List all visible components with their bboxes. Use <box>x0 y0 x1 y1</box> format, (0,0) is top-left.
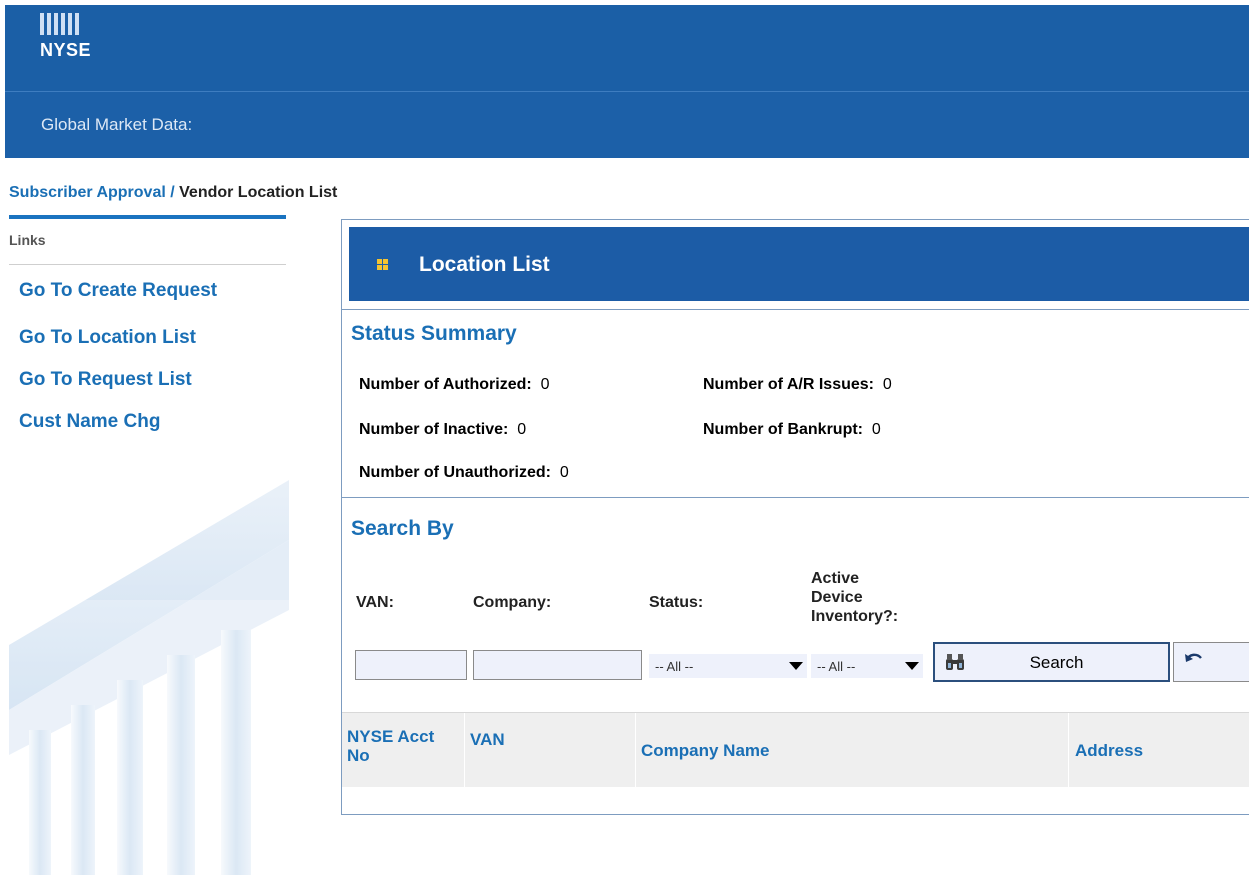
active-device-select-value: -- All -- <box>817 659 856 674</box>
status-label: Status: <box>649 594 704 611</box>
status-summary-section: Status Summary Number of Authorized: 0 N… <box>342 309 1249 498</box>
breadcrumb: Subscriber Approval / Vendor Location Li… <box>9 184 337 202</box>
reset-button[interactable] <box>1173 642 1249 682</box>
stat-unauthorized-value: 0 <box>559 464 569 481</box>
col-header-acct-no-line-1: NYSE Acct <box>347 727 435 746</box>
sidebar-links: Go To Create Request Go To Location List… <box>9 273 287 443</box>
stat-ar-issues-value: 0 <box>882 376 892 393</box>
stat-bankrupt-label: Number of Bankrupt: <box>703 421 863 438</box>
status-select[interactable]: -- All -- <box>649 654 807 678</box>
active-device-select[interactable]: -- All -- <box>811 654 923 678</box>
nyse-logo[interactable]: NYSE <box>40 13 100 69</box>
column-divider <box>1068 713 1069 787</box>
stat-authorized-label: Number of Authorized: <box>359 376 532 393</box>
col-header-acct-no[interactable]: NYSE Acct No <box>347 727 434 765</box>
stat-authorized-value: 0 <box>540 376 550 393</box>
stat-inactive-value: 0 <box>517 421 527 438</box>
logo-text: NYSE <box>40 40 92 60</box>
company-label: Company: <box>473 594 552 611</box>
stat-ar-issues: Number of A/R Issues: 0 <box>703 376 892 394</box>
active-device-label-line-3: Inventory?: <box>811 608 899 625</box>
top-header: NYSE Global Market Data: <box>5 5 1249 158</box>
stat-bankrupt: Number of Bankrupt: 0 <box>703 421 881 439</box>
undo-arrow-icon <box>1185 653 1202 662</box>
search-button[interactable]: Search <box>933 642 1170 682</box>
breadcrumb-separator: / <box>165 184 180 201</box>
active-device-label-line-2: Device <box>811 589 863 606</box>
sidebar-link-location-list[interactable]: Go To Location List <box>9 317 287 359</box>
breadcrumb-parent-link[interactable]: Subscriber Approval <box>9 184 166 201</box>
sidebar-link-create-request[interactable]: Go To Create Request <box>9 273 287 317</box>
active-device-label: Active Device Inventory?: <box>811 569 898 626</box>
sidebar-title: Links <box>9 232 46 248</box>
company-input[interactable] <box>473 650 642 680</box>
chevron-down-icon <box>905 662 919 670</box>
logo-bars-icon <box>40 13 100 35</box>
panel-title: Location List <box>419 253 550 276</box>
col-header-acct-no-line-2: No <box>347 746 370 765</box>
status-summary-title: Status Summary <box>351 322 517 345</box>
stat-unauthorized: Number of Unauthorized: 0 <box>359 464 569 482</box>
active-device-label-line-1: Active <box>811 570 860 587</box>
search-by-title: Search By <box>351 517 454 540</box>
chevron-down-icon <box>789 662 803 670</box>
sidebar-link-request-list[interactable]: Go To Request List <box>9 359 287 401</box>
stat-bankrupt-value: 0 <box>871 421 881 438</box>
sidebar-link-cust-name-chg[interactable]: Cust Name Chg <box>9 401 287 443</box>
col-header-van[interactable]: VAN <box>470 730 505 750</box>
breadcrumb-current: Vendor Location List <box>179 184 338 201</box>
building-watermark-image <box>9 480 289 875</box>
panel-title-bar: Location List <box>349 227 1249 301</box>
stat-authorized: Number of Authorized: 0 <box>359 376 550 394</box>
stat-inactive: Number of Inactive: 0 <box>359 421 526 439</box>
results-table-header: NYSE Acct No VAN Company Name Address <box>342 712 1249 787</box>
stat-unauthorized-label: Number of Unauthorized: <box>359 464 551 481</box>
column-divider <box>635 713 636 787</box>
grid-icon <box>377 259 389 271</box>
col-header-address[interactable]: Address <box>1075 741 1143 761</box>
col-header-company-name[interactable]: Company Name <box>641 741 769 761</box>
sidebar-divider <box>9 264 286 265</box>
main-panel: Location List Status Summary Number of A… <box>341 219 1249 815</box>
sidebar: Links Go To Create Request Go To Locatio… <box>9 215 289 875</box>
status-select-value: -- All -- <box>655 659 694 674</box>
header-subtitle: Global Market Data: <box>41 115 193 134</box>
stat-inactive-label: Number of Inactive: <box>359 421 509 438</box>
stat-ar-issues-label: Number of A/R Issues: <box>703 376 874 393</box>
van-input[interactable] <box>355 650 467 680</box>
header-subbar: Global Market Data: <box>5 92 1249 158</box>
van-label: VAN: <box>356 594 394 611</box>
column-divider <box>464 713 465 787</box>
search-button-label: Search <box>1029 653 1084 672</box>
